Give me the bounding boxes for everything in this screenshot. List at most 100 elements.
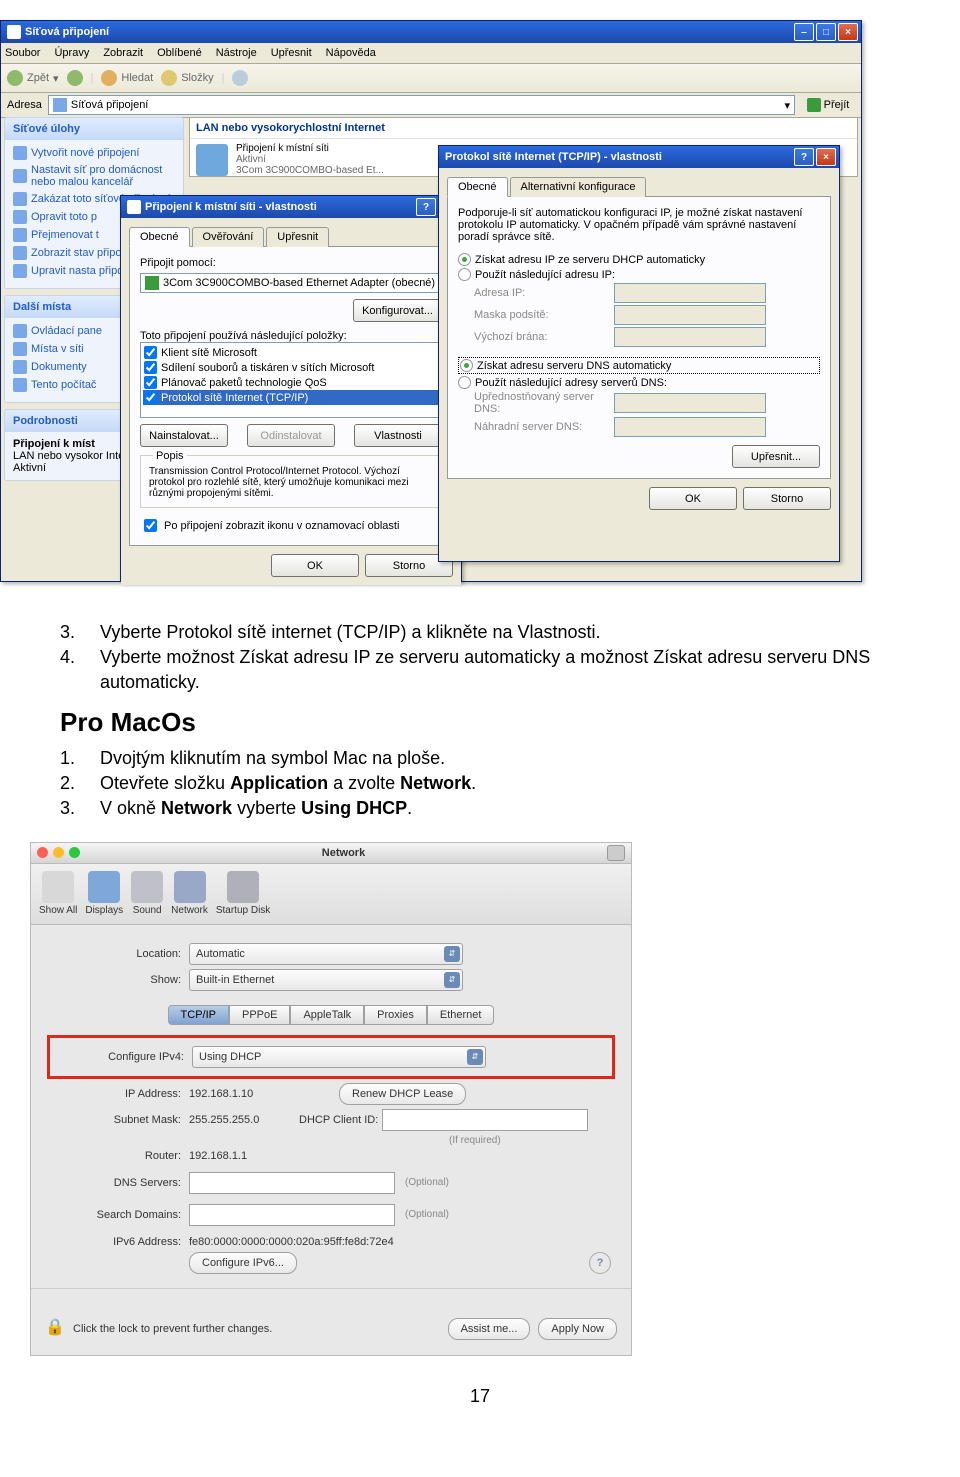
tab-tcpip[interactable]: TCP/IP xyxy=(168,1005,229,1025)
list-number: 2. xyxy=(60,771,100,796)
checkbox[interactable] xyxy=(144,361,157,374)
lock-icon[interactable] xyxy=(45,1317,65,1341)
radio-icon xyxy=(458,268,471,281)
checkbox[interactable] xyxy=(144,376,157,389)
menu-fav[interactable]: Oblíbené xyxy=(157,47,202,59)
show-popup[interactable]: Built-in Ethernet⇵ xyxy=(189,969,463,991)
minimize-button[interactable] xyxy=(53,847,64,858)
tab-auth[interactable]: Ověřování xyxy=(192,227,265,247)
show-label: Show: xyxy=(51,974,181,986)
configure-button[interactable]: Konfigurovat... xyxy=(353,299,442,322)
lan-properties-dialog: Připojení k místní síti - vlastnosti ? ×… xyxy=(120,195,462,582)
tab-alt[interactable]: Alternativní konfigurace xyxy=(510,177,647,197)
advanced-button[interactable]: Upřesnit... xyxy=(732,445,820,468)
ok-button[interactable]: OK xyxy=(271,554,359,577)
menu-tools[interactable]: Nástroje xyxy=(216,47,257,59)
ok-button[interactable]: OK xyxy=(649,487,737,510)
ipv6-label: IPv6 Address: xyxy=(51,1236,181,1248)
menu-help[interactable]: Nápověda xyxy=(326,47,376,59)
connection-state: Aktivní xyxy=(236,154,384,165)
radio-static-ip[interactable]: Použít následující adresu IP: xyxy=(458,268,820,281)
help-button[interactable]: ? xyxy=(416,198,436,216)
checkbox[interactable] xyxy=(144,391,157,404)
help-button[interactable]: ? xyxy=(794,148,814,166)
address-input[interactable]: Síťová připojení▾ xyxy=(48,95,795,115)
radio-static-dns[interactable]: Použít následující adresy serverů DNS: xyxy=(458,376,820,389)
views-button[interactable] xyxy=(232,70,248,86)
tab-pppoe[interactable]: PPPoE xyxy=(229,1005,290,1025)
tool-sound[interactable]: Sound xyxy=(131,871,163,916)
place-icon xyxy=(13,324,27,338)
task-icon xyxy=(13,246,27,260)
tool-displays[interactable]: Displays xyxy=(85,871,123,916)
connection-device: 3Com 3C900COMBO-based Et... xyxy=(236,165,384,176)
ip-value: 192.168.1.10 xyxy=(189,1088,339,1100)
task-home-net[interactable]: Nastavit síť pro domácnost nebo malou ka… xyxy=(13,164,175,188)
dialog-titlebar: Protokol sítě Internet (TCP/IP) - vlastn… xyxy=(439,146,839,168)
dns-label: DNS Servers: xyxy=(51,1177,181,1189)
place-icon xyxy=(13,360,27,374)
list-number: 1. xyxy=(60,746,100,771)
views-icon xyxy=(232,70,248,86)
intro-text: Podporuje-li síť automatickou konfigurac… xyxy=(458,207,820,243)
task-icon xyxy=(13,210,27,224)
mask-label: Maska podsítě: xyxy=(474,309,614,321)
tab-proxies[interactable]: Proxies xyxy=(364,1005,427,1025)
close-button[interactable]: × xyxy=(816,148,836,166)
minimize-button[interactable]: – xyxy=(794,23,814,41)
location-label: Location: xyxy=(51,948,181,960)
radio-icon xyxy=(458,253,471,266)
if-required-hint: (If required) xyxy=(449,1135,501,1146)
list-item: Sdílení souborů a tiskáren v sítích Micr… xyxy=(143,360,439,375)
dns-field[interactable] xyxy=(189,1172,395,1194)
tab-ethernet[interactable]: Ethernet xyxy=(427,1005,495,1025)
radio-auto-dns[interactable]: Získat adresu serveru DNS automaticky xyxy=(458,357,820,374)
install-button[interactable]: Nainstalovat... xyxy=(140,424,228,447)
tab-general[interactable]: Obecné xyxy=(129,227,190,247)
configure-popup[interactable]: Using DHCP⇵ xyxy=(192,1046,486,1068)
properties-button[interactable]: Vlastnosti xyxy=(354,424,442,447)
menu-adv[interactable]: Upřesnit xyxy=(271,47,312,59)
cancel-button[interactable]: Storno xyxy=(743,487,831,510)
checkbox[interactable] xyxy=(144,346,157,359)
components-list[interactable]: Klient sítě Microsoft Sdílení souborů a … xyxy=(140,342,442,418)
folders-button[interactable]: Složky xyxy=(161,70,213,86)
tool-show-all[interactable]: Show All xyxy=(39,871,77,916)
mac-step-2: Otevřete složku Application a zvolte Net… xyxy=(100,771,476,796)
search-domains-label: Search Domains: xyxy=(51,1209,181,1221)
dns2-field xyxy=(614,417,766,437)
apply-button[interactable]: Apply Now xyxy=(538,1318,617,1340)
tool-network[interactable]: Network xyxy=(171,871,208,916)
maximize-button[interactable]: □ xyxy=(816,23,836,41)
zoom-button[interactable] xyxy=(69,847,80,858)
search-domains-field[interactable] xyxy=(189,1204,395,1226)
tab-adv[interactable]: Upřesnit xyxy=(266,227,329,247)
menu-edit[interactable]: Úpravy xyxy=(54,47,89,59)
mac-toolbar: Show All Displays Sound Network Startup … xyxy=(31,864,631,925)
uninstall-button[interactable]: Odinstalovat xyxy=(247,424,335,447)
tab-appletalk[interactable]: AppleTalk xyxy=(290,1005,364,1025)
toolbar-toggle-button[interactable] xyxy=(607,845,625,861)
assist-button[interactable]: Assist me... xyxy=(448,1318,531,1340)
task-new-connection[interactable]: Vytvořit nové připojení xyxy=(13,146,175,160)
back-button[interactable]: Zpět ▾ xyxy=(7,70,59,86)
forward-button[interactable] xyxy=(67,70,83,86)
help-button[interactable]: ? xyxy=(589,1252,611,1274)
menu-view[interactable]: Zobrazit xyxy=(103,47,143,59)
list-item-selected: Protokol sítě Internet (TCP/IP) xyxy=(143,390,439,405)
client-label: DHCP Client ID: xyxy=(299,1114,378,1126)
close-button[interactable]: × xyxy=(838,23,858,41)
tab-general[interactable]: Obecné xyxy=(447,177,508,197)
configure-ipv6-button[interactable]: Configure IPv6... xyxy=(189,1252,297,1274)
uses-label: Toto připojení používá následující polož… xyxy=(140,330,442,342)
go-button[interactable]: Přejít xyxy=(801,96,855,114)
search-button[interactable]: Hledat xyxy=(101,70,153,86)
location-popup[interactable]: Automatic⇵ xyxy=(189,943,463,965)
client-id-field[interactable] xyxy=(382,1109,588,1131)
tray-checkbox[interactable] xyxy=(144,519,157,532)
close-button[interactable] xyxy=(37,847,48,858)
radio-auto-ip[interactable]: Získat adresu IP ze serveru DHCP automat… xyxy=(458,253,820,266)
menu-file[interactable]: Soubor xyxy=(5,47,40,59)
renew-button[interactable]: Renew DHCP Lease xyxy=(339,1083,466,1105)
tool-startup[interactable]: Startup Disk xyxy=(216,871,270,916)
